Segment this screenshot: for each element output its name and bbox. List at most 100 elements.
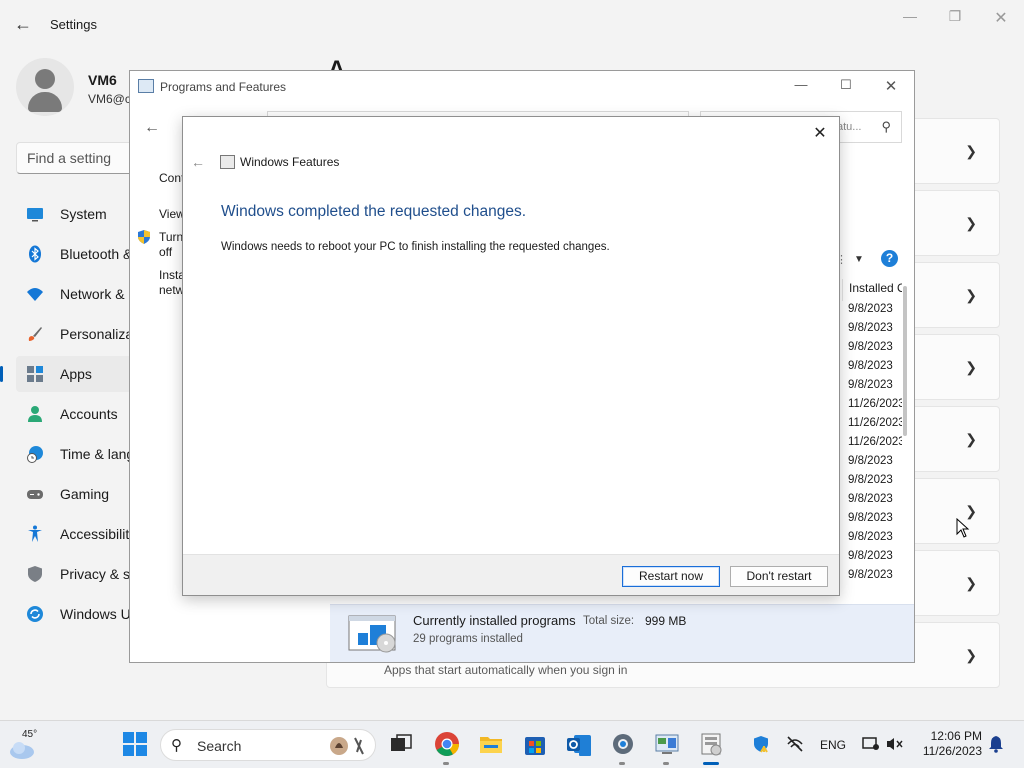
back-arrow-icon[interactable]: ← — [14, 14, 34, 34]
pf-maximize-button[interactable]: ☐ — [831, 77, 861, 95]
dialog-back-arrow-icon[interactable]: ← — [191, 154, 205, 170]
status-size-value: 999 MB — [645, 614, 687, 628]
start-button-icon[interactable] — [122, 731, 148, 757]
dialog-title: Windows Features — [240, 155, 340, 169]
search-highlight-icon — [330, 737, 364, 755]
taskbar: 45° ⚲ Search ENG 12:06 PM 11/26/2023 — [0, 720, 1024, 768]
installed-programs-icon — [348, 615, 396, 653]
settings-gear-icon[interactable] — [610, 731, 636, 757]
table-cell-date[interactable]: 9/8/2023 — [842, 471, 902, 490]
sidebar-item-windows-update[interactable]: Windows U — [16, 596, 136, 632]
pf-titlebar: Programs and Features — ☐ ✕ — [130, 71, 914, 101]
pf-link-turn-features[interactable]: Turn — [159, 230, 183, 245]
accessibility-icon — [28, 525, 42, 542]
table-cell-date[interactable]: 9/8/2023 — [842, 319, 902, 338]
sidebar-item-gaming[interactable]: Gaming — [16, 476, 136, 512]
restore-button[interactable]: ❐ — [940, 8, 970, 28]
user-email: VM6@c — [88, 92, 131, 106]
programs-features-taskbar-icon[interactable] — [698, 731, 724, 757]
table-cell-date[interactable]: 11/26/2023 — [842, 433, 902, 452]
speaker-muted-icon[interactable] — [886, 736, 904, 752]
sidebar-item-apps[interactable]: Apps — [0, 356, 136, 392]
restart-now-button[interactable]: Restart now — [622, 566, 720, 587]
pf-link-install-network-2[interactable]: netw — [159, 283, 184, 298]
table-cell-date[interactable]: 9/8/2023 — [842, 528, 902, 547]
file-explorer-icon[interactable] — [478, 731, 504, 757]
defender-shield-icon[interactable] — [752, 735, 770, 753]
sidebar-item-time-language[interactable]: Time & lang — [16, 436, 136, 472]
table-cell-date[interactable]: 11/26/2023 — [842, 414, 902, 433]
mouse-cursor-icon — [956, 518, 970, 538]
search-placeholder: Find a setting — [27, 150, 112, 166]
cloud-icon — [10, 742, 34, 759]
settings-search-input[interactable]: Find a setting — [16, 142, 146, 174]
bluetooth-icon — [29, 245, 41, 263]
clock-time: 12:06 PM — [930, 729, 982, 743]
sidebar-item-label: Accounts — [60, 406, 118, 422]
sidebar-item-bluetooth[interactable]: Bluetooth & — [16, 236, 136, 272]
column-header-installed-on[interactable]: Installed On — [842, 279, 902, 301]
weather-widget[interactable]: 45° — [8, 729, 42, 759]
sidebar-item-network[interactable]: Network & — [16, 276, 136, 312]
pf-status-panel: Currently installed programs Total size:… — [330, 604, 914, 662]
sidebar-item-accounts[interactable]: Accounts — [16, 396, 136, 432]
pf-link-control-panel[interactable]: Cont — [159, 171, 184, 186]
pf-link-turn-features-2[interactable]: off — [159, 245, 172, 260]
taskbar-clock[interactable]: 12:06 PM 11/26/2023 — [918, 729, 982, 759]
table-cell-date[interactable]: 9/8/2023 — [842, 509, 902, 528]
pf-minimize-button[interactable]: — — [786, 77, 816, 95]
close-button[interactable]: ✕ — [986, 8, 1016, 28]
startup-card-subtitle: Apps that start automatically when you s… — [384, 663, 628, 677]
weather-temperature: 45° — [22, 729, 38, 740]
sidebar-item-personalization[interactable]: Personaliza — [16, 316, 136, 352]
person-icon — [28, 406, 42, 422]
shield-icon — [28, 566, 42, 582]
dont-restart-button[interactable]: Don't restart — [730, 566, 828, 587]
running-indicator — [663, 762, 669, 765]
table-cell-date[interactable]: 9/8/2023 — [842, 357, 902, 376]
minimize-button[interactable]: — — [895, 8, 925, 28]
outlook-new-icon[interactable] — [566, 731, 592, 757]
table-cell-date[interactable]: 9/8/2023 — [842, 566, 902, 585]
table-cell-date[interactable]: 9/8/2023 — [842, 547, 902, 566]
clock-date: 11/26/2023 — [922, 744, 982, 758]
sidebar-item-system[interactable]: System — [16, 196, 136, 232]
taskbar-search-box[interactable]: ⚲ Search — [160, 729, 376, 761]
table-cell-date[interactable]: 9/8/2023 — [842, 300, 902, 319]
task-view-icon[interactable] — [388, 731, 414, 757]
clock-globe-icon — [27, 446, 43, 463]
sidebar-item-privacy[interactable]: Privacy & se — [16, 556, 138, 592]
table-cell-date[interactable]: 9/8/2023 — [842, 452, 902, 471]
table-cell-date[interactable]: 9/8/2023 — [842, 490, 902, 509]
pf-link-view-updates[interactable]: View — [159, 207, 185, 222]
search-icon: ⚲ — [171, 737, 182, 754]
close-icon[interactable]: ✕ — [809, 123, 831, 145]
apps-icon — [27, 366, 43, 382]
chevron-right-icon: ❯ — [965, 215, 977, 231]
chevron-right-icon: ❯ — [965, 287, 977, 303]
sidebar-item-accessibility[interactable]: Accessibility — [16, 516, 136, 552]
monitor-status-icon[interactable] — [862, 736, 880, 752]
windows-features-icon — [220, 155, 235, 169]
table-cell-date[interactable]: 9/8/2023 — [842, 338, 902, 357]
chrome-icon[interactable] — [434, 731, 460, 757]
dialog-message: Windows needs to reboot your PC to finis… — [221, 241, 610, 253]
view-dropdown-icon[interactable]: ▼ — [854, 254, 864, 265]
input-language-indicator[interactable]: ENG — [820, 738, 846, 752]
microsoft-store-icon[interactable] — [522, 731, 548, 757]
pf-scrollbar[interactable] — [903, 286, 907, 436]
network-disconnected-icon[interactable] — [786, 736, 804, 752]
sidebar-item-label: Apps — [60, 366, 92, 382]
notification-bell-icon[interactable] — [988, 735, 1004, 753]
table-cell-date[interactable]: 9/8/2023 — [842, 376, 902, 395]
sidebar-item-label: Windows U — [60, 606, 131, 622]
pf-back-arrow-icon[interactable]: ← — [144, 119, 160, 137]
table-cell-date[interactable]: 11/26/2023 — [842, 395, 902, 414]
sidebar-item-label: System — [60, 206, 107, 222]
help-icon[interactable]: ? — [881, 250, 898, 267]
chevron-right-icon: ❯ — [965, 647, 977, 663]
control-panel-taskbar-icon[interactable] — [654, 731, 680, 757]
active-indicator — [0, 366, 3, 382]
avatar[interactable] — [16, 58, 74, 116]
pf-close-button[interactable]: ✕ — [876, 77, 906, 95]
